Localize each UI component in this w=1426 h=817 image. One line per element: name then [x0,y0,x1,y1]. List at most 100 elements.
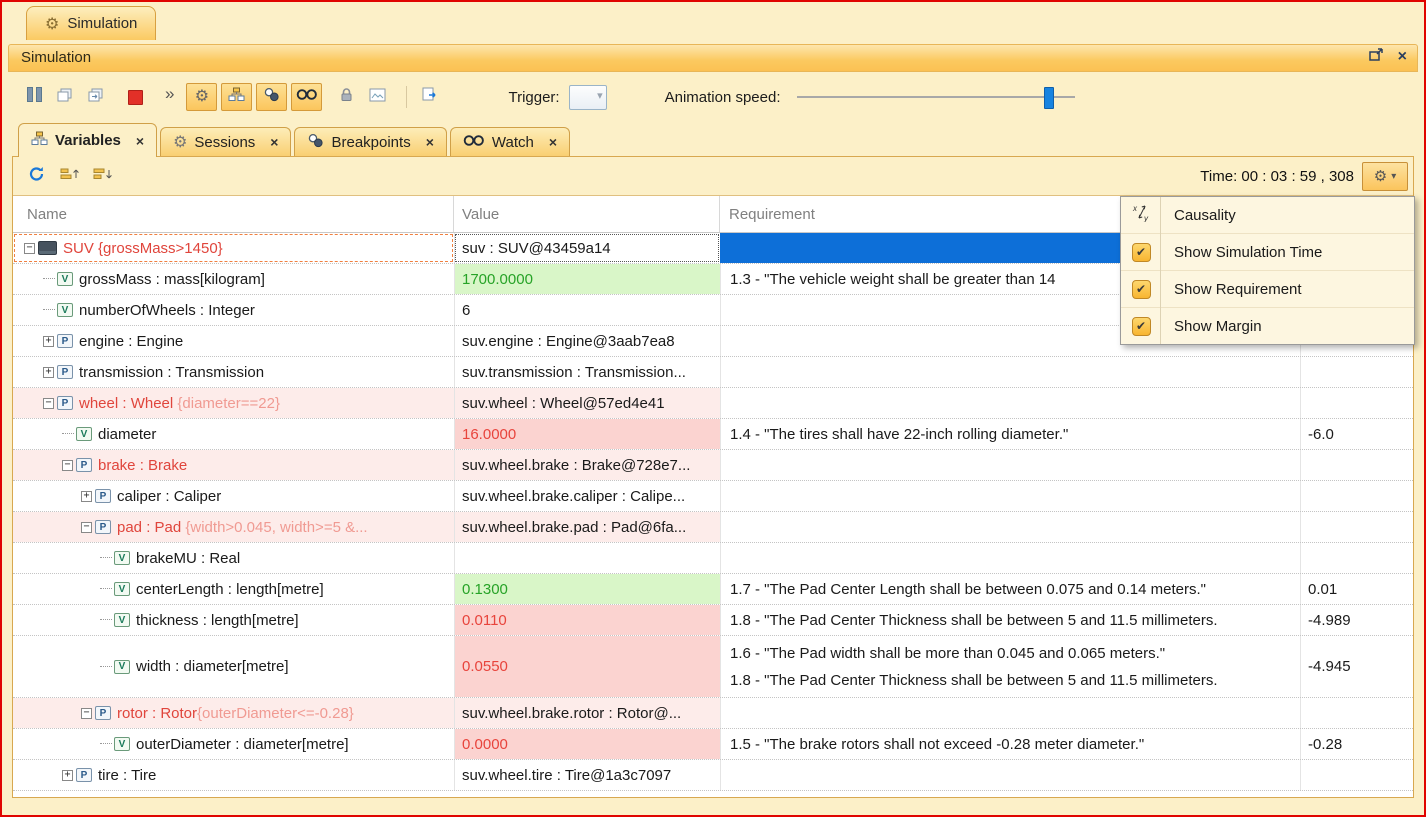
value-cell[interactable]: 0.0000 [454,729,720,759]
column-header-name[interactable]: Name [13,196,454,232]
name-cell[interactable]: Vthickness : length[metre] [13,605,454,635]
collapse-toggle-icon[interactable]: − [62,460,73,471]
value-cell[interactable]: 0.0550 [454,636,720,697]
value-cell[interactable]: suv.wheel : Wheel@57ed4e41 [454,388,720,418]
table-row[interactable]: +Pcaliper : Calipersuv.wheel.brake.calip… [13,481,1413,512]
table-row[interactable]: −Ppad : Pad {width>0.045, width>=5 &...s… [13,512,1413,543]
title-bar[interactable]: Simulation × [8,44,1418,72]
watch-toggle-button[interactable] [291,83,322,111]
clone-session-button[interactable] [53,85,77,109]
name-cell[interactable]: +Ptransmission : Transmission [13,357,454,387]
table-row[interactable]: +Ptransmission : Transmissionsuv.transmi… [13,357,1413,388]
collapse-toggle-icon[interactable]: − [81,522,92,533]
lock-icon [340,87,353,107]
expand-nodes-button[interactable] [56,164,82,188]
value-cell[interactable]: suv.wheel.brake.rotor : Rotor@... [454,698,720,728]
value-cell[interactable]: suv : SUV@43459a14 [454,233,720,263]
value-cell[interactable]: suv.wheel.tire : Tire@1a3c7097 [454,760,720,790]
expand-toggle-icon[interactable]: + [62,770,73,781]
animation-speed-slider[interactable] [797,85,1075,109]
column-header-value[interactable]: Value [454,196,720,232]
variables-toggle-button[interactable] [221,83,252,111]
table-row[interactable]: +Ptire : Tiresuv.wheel.tire : Tire@1a3c7… [13,760,1413,791]
name-cell[interactable]: Vdiameter [13,419,454,449]
float-window-icon[interactable] [1369,48,1384,66]
collapse-nodes-button[interactable] [89,164,115,188]
tab-close-icon[interactable]: × [270,135,278,149]
slider-handle[interactable] [1044,87,1054,109]
export-button[interactable] [417,85,441,109]
name-cell[interactable]: VcenterLength : length[metre] [13,574,454,604]
table-row[interactable]: VbrakeMU : Real [13,543,1413,574]
name-cell[interactable]: VgrossMass : mass[kilogram] [13,264,454,294]
collapse-toggle-icon[interactable]: − [24,243,35,254]
save-image-button[interactable] [365,85,389,109]
tab-watch[interactable]: Watch× [450,127,570,156]
table-row[interactable]: −Protor : Rotor{outerDiameter<=-0.28}suv… [13,698,1413,729]
value-cell[interactable]: suv.wheel.brake : Brake@728e7... [454,450,720,480]
checkbox-checked-icon: ✔ [1132,243,1151,262]
value-cell[interactable]: 16.0000 [454,419,720,449]
collapse-toggle-icon[interactable]: − [43,398,54,409]
property-name: wheel : Wheel [79,395,173,412]
menu-item-causality[interactable]: xyCausality [1121,197,1414,234]
name-cell[interactable]: VnumberOfWheels : Integer [13,295,454,325]
stop-button[interactable] [123,85,147,109]
toolbar-overflow-button[interactable]: » [165,84,174,104]
table-row[interactable]: Vthickness : length[metre]0.01101.8 - "T… [13,605,1413,636]
collapse-toggle-icon[interactable]: − [81,708,92,719]
menu-item-show-requirement[interactable]: ✔Show Requirement [1121,271,1414,308]
value-cell[interactable]: suv.engine : Engine@3aab7ea8 [454,326,720,356]
breakpoints-toggle-button[interactable] [256,83,287,111]
table-row[interactable]: −Pwheel : Wheel {diameter==22}suv.wheel … [13,388,1413,419]
tab-variables[interactable]: Variables× [18,123,157,157]
expand-toggle-icon[interactable]: + [81,491,92,502]
value-cell[interactable]: suv.transmission : Transmission... [454,357,720,387]
name-cell[interactable]: VouterDiameter : diameter[metre] [13,729,454,759]
tab-close-icon[interactable]: × [426,135,434,149]
margin-cell [1300,450,1413,480]
name-cell[interactable]: +Ptire : Tire [13,760,454,790]
table-row[interactable]: −Pbrake : Brakesuv.wheel.brake : Brake@7… [13,450,1413,481]
part-property-icon: P [76,458,92,472]
sessions-toggle-button[interactable]: ⚙ [186,83,217,111]
close-window-icon[interactable]: × [1398,49,1407,65]
svg-text:x: x [1132,204,1138,213]
name-cell[interactable]: Vwidth : diameter[metre] [13,636,454,697]
value-property-icon: V [76,427,92,441]
lock-button[interactable] [334,85,358,109]
name-cell[interactable]: −Pwheel : Wheel {diameter==22} [13,388,454,418]
menu-item-show-simulation-time[interactable]: ✔Show Simulation Time [1121,234,1414,271]
table-options-button[interactable]: ⚙ ▾ [1362,162,1408,191]
value-cell[interactable]: 0.1300 [454,574,720,604]
name-cell[interactable]: −Pbrake : Brake [13,450,454,480]
expand-toggle-icon[interactable]: + [43,336,54,347]
name-cell[interactable]: −SUV {grossMass>1450} [13,233,454,263]
menu-item-show-margin[interactable]: ✔Show Margin [1121,308,1414,344]
trigger-select[interactable]: ▾ [569,85,607,110]
name-cell[interactable]: +Pengine : Engine [13,326,454,356]
refresh-button[interactable] [23,164,49,188]
value-cell[interactable]: 1700.0000 [454,264,720,294]
pause-button[interactable] [22,85,46,109]
value-cell[interactable]: suv.wheel.brake.caliper : Calipe... [454,481,720,511]
value-cell[interactable]: 6 [454,295,720,325]
table-row[interactable]: VcenterLength : length[metre]0.13001.7 -… [13,574,1413,605]
value-cell[interactable]: suv.wheel.brake.pad : Pad@6fa... [454,512,720,542]
copy-frames-button[interactable] [84,85,108,109]
name-cell[interactable]: −Ppad : Pad {width>0.045, width>=5 &... [13,512,454,542]
tab-close-icon[interactable]: × [549,135,557,149]
tab-breakpoints[interactable]: Breakpoints× [294,127,446,156]
expand-toggle-icon[interactable]: + [43,367,54,378]
tab-sessions[interactable]: ⚙Sessions× [160,127,291,156]
value-cell[interactable] [454,543,720,573]
table-row[interactable]: VouterDiameter : diameter[metre]0.00001.… [13,729,1413,760]
window-tab-simulation[interactable]: ⚙ Simulation [26,6,156,40]
table-row[interactable]: Vwidth : diameter[metre]0.05501.6 - "The… [13,636,1413,698]
tab-close-icon[interactable]: × [136,134,144,148]
name-cell[interactable]: +Pcaliper : Caliper [13,481,454,511]
table-row[interactable]: Vdiameter16.00001.4 - "The tires shall h… [13,419,1413,450]
name-cell[interactable]: −Protor : Rotor{outerDiameter<=-0.28} [13,698,454,728]
value-cell[interactable]: 0.0110 [454,605,720,635]
name-cell[interactable]: VbrakeMU : Real [13,543,454,573]
